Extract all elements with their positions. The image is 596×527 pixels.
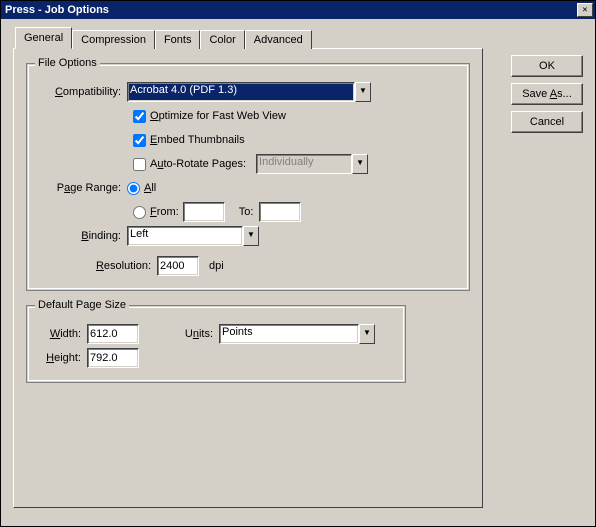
window: Press - Job Options ✕ General Compressio… <box>0 0 596 527</box>
save-as-button[interactable]: Save As... <box>511 83 583 105</box>
group-legend: Default Page Size <box>35 299 129 311</box>
optimize-label: Optimize for Fast Web View <box>150 110 286 122</box>
compat-label: Compatibility: <box>37 86 127 98</box>
cancel-button[interactable]: Cancel <box>511 111 583 133</box>
resolution-unit: dpi <box>209 260 224 272</box>
tab-general[interactable]: General <box>15 27 72 49</box>
chevron-down-icon: ▼ <box>352 154 368 174</box>
embed-checkbox[interactable] <box>133 134 146 147</box>
to-input[interactable] <box>259 202 301 222</box>
chevron-down-icon[interactable]: ▼ <box>359 324 375 344</box>
tabstrip: General Compression Fonts Color Advanced <box>15 29 583 49</box>
binding-label: Binding: <box>37 230 127 242</box>
window-title: Press - Job Options <box>5 4 109 16</box>
titlebar: Press - Job Options ✕ <box>1 1 595 19</box>
binding-select[interactable]: Left <box>127 226 243 246</box>
units-label: Units: <box>139 328 219 340</box>
group-legend: File Options <box>35 57 100 69</box>
close-icon[interactable]: ✕ <box>577 3 593 17</box>
group-default-page-size: Default Page Size Width: Units: Points ▼… <box>26 305 406 383</box>
tab-color[interactable]: Color <box>200 30 244 49</box>
autorotate-checkbox[interactable] <box>133 158 146 171</box>
group-file-options: File Options Compatibility: Acrobat 4.0 … <box>26 63 470 291</box>
to-label: To: <box>239 206 254 218</box>
height-label: Height: <box>37 352 87 364</box>
autorotate-select: Individually <box>256 154 352 174</box>
tab-fonts[interactable]: Fonts <box>155 30 201 49</box>
page-range-label: Page Range: <box>37 182 127 194</box>
autorotate-label: Auto-Rotate Pages: <box>150 158 246 170</box>
tab-compression[interactable]: Compression <box>72 30 155 49</box>
height-input[interactable] <box>87 348 139 368</box>
all-label: All <box>144 182 156 194</box>
button-column: OK Save As... Cancel <box>511 55 583 133</box>
ok-button[interactable]: OK <box>511 55 583 77</box>
resolution-label: Resolution: <box>37 260 157 272</box>
all-radio[interactable] <box>127 182 140 195</box>
width-input[interactable] <box>87 324 139 344</box>
units-select[interactable]: Points <box>219 324 359 344</box>
tab-panel-general: File Options Compatibility: Acrobat 4.0 … <box>13 48 483 508</box>
embed-label: Embed Thumbnails <box>150 134 245 146</box>
tab-advanced[interactable]: Advanced <box>245 30 312 49</box>
from-label: From: <box>150 206 179 218</box>
resolution-input[interactable] <box>157 256 199 276</box>
from-radio[interactable] <box>133 206 146 219</box>
from-input[interactable] <box>183 202 225 222</box>
width-label: Width: <box>37 328 87 340</box>
chevron-down-icon[interactable]: ▼ <box>243 226 259 246</box>
compat-select[interactable]: Acrobat 4.0 (PDF 1.3) <box>127 82 355 102</box>
optimize-checkbox[interactable] <box>133 110 146 123</box>
chevron-down-icon[interactable]: ▼ <box>355 82 371 102</box>
